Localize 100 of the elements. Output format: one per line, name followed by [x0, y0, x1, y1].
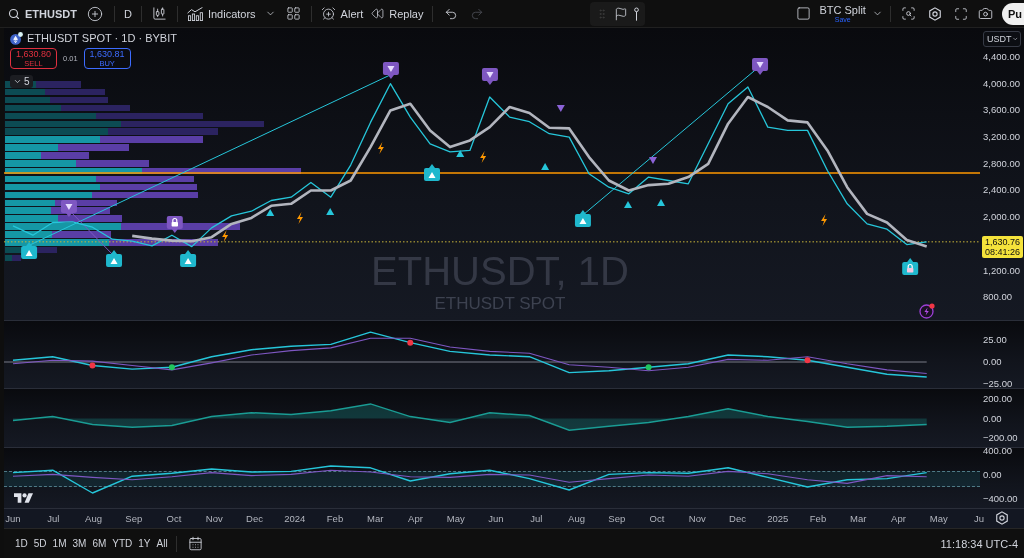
- range-button[interactable]: 1M: [49, 536, 70, 551]
- lightning-icon: [377, 141, 384, 154]
- time-axis-label: May: [929, 513, 948, 524]
- lock-tag-icon: [902, 258, 919, 275]
- lightning-icon: [480, 151, 487, 163]
- time-axis-label: Sep: [608, 513, 626, 524]
- time-axis-label: Jun: [5, 513, 21, 524]
- indicators-toggle-button[interactable]: 5: [10, 75, 33, 88]
- axis-label: 0.00: [983, 469, 1002, 481]
- logo-icon[interactable]: [14, 491, 33, 504]
- pin-icon[interactable]: [634, 6, 640, 21]
- coin-icon: [10, 31, 23, 45]
- down-triangle-icon: [556, 105, 565, 112]
- replay-button[interactable]: Replay: [367, 2, 428, 25]
- up-triangle-tag-icon: [21, 241, 38, 259]
- range-button[interactable]: 5D: [30, 536, 50, 551]
- time-axis-label: Nov: [688, 513, 706, 524]
- search-icon: [8, 7, 20, 20]
- bar-chart-icon: [186, 6, 203, 21]
- time-axis-label: 2025: [767, 513, 789, 524]
- undo-icon[interactable]: [444, 6, 459, 21]
- calendar-icon[interactable]: [187, 536, 203, 551]
- flag-icon[interactable]: [614, 6, 629, 21]
- time-axis-label: Sep: [125, 513, 143, 524]
- up-triangle-tag-icon: [574, 210, 591, 227]
- range-button[interactable]: 6M: [89, 536, 110, 551]
- publish-button[interactable]: Pu: [1001, 2, 1024, 25]
- time-axis-label: Aug: [568, 513, 585, 524]
- range-button[interactable]: 3M: [69, 536, 90, 551]
- price-axis-label: 4,000.00: [983, 77, 1020, 90]
- rewind-icon: [371, 7, 385, 20]
- axis-label: 0.00: [983, 412, 1002, 425]
- time-axis-label: Jul: [47, 513, 60, 524]
- time-axis-label: Aug: [85, 513, 102, 524]
- price-axis-label: 2,000.00: [983, 211, 1020, 224]
- lightning-icon: [297, 212, 303, 224]
- axis-label: −400.00: [983, 493, 1018, 505]
- time-axis-label: Dec: [729, 513, 746, 524]
- lightning-icon: [821, 214, 828, 226]
- time-axis-label: Jun: [488, 513, 504, 524]
- alert-button[interactable]: Alert: [316, 2, 368, 25]
- scan-search-icon[interactable]: [900, 6, 916, 21]
- price-axis-label: 2,400.00: [983, 184, 1020, 197]
- time-axis-label: Dec: [246, 513, 263, 524]
- range-button[interactable]: All: [153, 536, 171, 551]
- time-axis-label: Nov: [205, 513, 223, 524]
- square-icon[interactable]: [796, 6, 812, 21]
- down-triangle-tag-icon: [481, 68, 498, 85]
- currency-dropdown[interactable]: USDT: [983, 31, 1021, 47]
- up-triangle-icon: [624, 201, 632, 208]
- plus-circle-icon[interactable]: [86, 5, 103, 22]
- range-button[interactable]: YTD: [109, 536, 136, 551]
- symbol-search-button[interactable]: ETHUSDT: [4, 2, 81, 25]
- up-triangle-tag-icon: [180, 250, 197, 267]
- down-triangle-tag-icon: [752, 58, 769, 75]
- up-triangle-icon: [266, 209, 275, 216]
- axis-label: 200.00: [983, 393, 1013, 405]
- chevron-down-icon: [13, 77, 22, 86]
- time-axis-label: Oct: [166, 513, 182, 524]
- up-triangle-icon: [541, 163, 550, 170]
- axis-label: −25.00: [983, 378, 1013, 391]
- time-axis-label: Feb: [809, 513, 827, 524]
- lightning-badge-icon[interactable]: [919, 303, 935, 319]
- up-triangle-tag-icon: [424, 164, 440, 181]
- up-triangle-icon: [456, 149, 465, 157]
- time-axis-label: Ju: [974, 513, 984, 524]
- camera-icon[interactable]: [977, 6, 993, 21]
- down-triangle-tag-icon: [382, 62, 399, 79]
- range-button[interactable]: 1D: [12, 536, 31, 551]
- candlestick-icon[interactable]: [151, 6, 167, 21]
- time-axis-label: Apr: [408, 513, 423, 524]
- axis-label: −200.00: [983, 432, 1018, 444]
- down-triangle-tag-icon: [60, 200, 77, 217]
- price-axis-label: 800.00: [983, 291, 1013, 304]
- time-axis-label: Jul: [530, 513, 543, 524]
- price-axis-label: 3,600.00: [983, 104, 1020, 117]
- alarm-clock-icon: [320, 6, 336, 21]
- time-axis-label: Feb: [326, 513, 344, 524]
- fullscreen-icon[interactable]: [953, 6, 968, 21]
- up-triangle-tag-icon: [106, 250, 123, 267]
- grid-icon[interactable]: [285, 6, 301, 21]
- settings-icon[interactable]: [927, 6, 942, 21]
- price-axis-label: 1,200.00: [983, 264, 1020, 277]
- indicators-button[interactable]: Indicators: [182, 2, 260, 25]
- time-axis-label: Oct: [649, 513, 665, 524]
- price-axis-label: 4,400.00: [983, 50, 1020, 63]
- axis-label: 0.00: [983, 356, 1002, 368]
- time-axis-label: Apr: [891, 513, 906, 524]
- last-price-tag: 1,630.76 08:41:26: [982, 235, 1023, 258]
- time-axis-label: May: [446, 513, 465, 524]
- interval-button[interactable]: D: [119, 2, 136, 25]
- range-button[interactable]: 1Y: [135, 536, 154, 551]
- settings-icon[interactable]: [995, 511, 1009, 525]
- axis-label: 400.00: [983, 445, 1013, 458]
- time-axis-label: Mar: [367, 513, 384, 524]
- lock-tag-icon: [166, 216, 183, 233]
- price-axis-label: 2,800.00: [983, 157, 1020, 170]
- up-triangle-icon: [326, 208, 335, 215]
- clock-text: 11:18:34 UTC-4: [940, 537, 1018, 550]
- time-axis-label: 2024: [284, 513, 306, 524]
